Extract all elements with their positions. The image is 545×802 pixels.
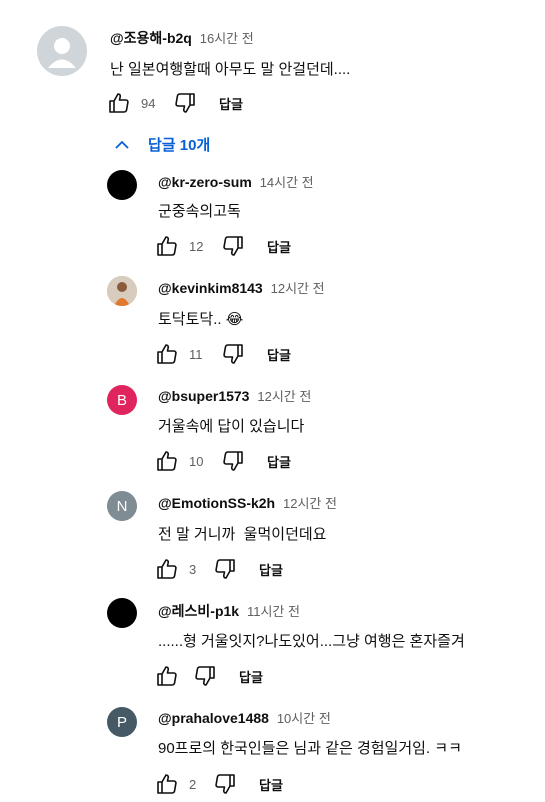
- comment-author[interactable]: @kr-zero-sum: [158, 174, 252, 190]
- dislike-button[interactable]: [221, 342, 245, 366]
- thumbs-up-icon: [157, 774, 177, 794]
- like-count: 2: [189, 776, 197, 792]
- comment-meta: @kr-zero-sum 14시간 전: [158, 172, 314, 191]
- thumbs-up-icon: [157, 344, 177, 364]
- comment-actions: 94 답글: [107, 91, 243, 115]
- avatar-letter: N: [116, 497, 128, 515]
- thumbs-up-icon: [157, 559, 177, 579]
- thumbs-up-icon: [157, 236, 177, 256]
- comment-meta: @kevinkim8143 12시간 전: [158, 278, 325, 297]
- comment-text: 거울속에 답이 있습니다: [158, 418, 305, 435]
- comment-time[interactable]: 12시간 전: [257, 389, 311, 404]
- comment-author[interactable]: @EmotionSS-k2h: [158, 495, 275, 511]
- avatar[interactable]: P: [107, 707, 137, 737]
- profile-photo-icon: [107, 276, 137, 306]
- replies-toggle[interactable]: 답글 10개: [112, 134, 210, 155]
- dislike-button[interactable]: [193, 664, 217, 688]
- reply-button[interactable]: 답글: [267, 237, 291, 256]
- comment-time[interactable]: 12시간 전: [271, 281, 325, 296]
- comment-time[interactable]: 11시간 전: [247, 604, 300, 619]
- like-count: 10: [189, 453, 204, 469]
- thumbs-down-icon: [195, 666, 215, 686]
- replies-toggle-label: 답글 10개: [148, 137, 211, 154]
- avatar[interactable]: B: [107, 385, 137, 415]
- avatar[interactable]: [107, 276, 137, 306]
- thumbs-down-icon: [215, 774, 235, 794]
- comment-meta: @prahalove1488 10시간 전: [158, 708, 331, 727]
- avatar[interactable]: [107, 598, 137, 628]
- reply-button[interactable]: 답글: [219, 94, 243, 113]
- dislike-button[interactable]: [221, 234, 245, 258]
- dislike-button[interactable]: [221, 449, 245, 473]
- comment-author[interactable]: @레스비-p1k: [158, 603, 239, 619]
- comment-actions: 2 답글: [155, 772, 283, 796]
- comment-actions: 10 답글: [155, 449, 291, 473]
- thumbs-up-icon: [109, 93, 129, 113]
- comment-actions: 12 답글: [155, 234, 291, 258]
- comment-author[interactable]: @prahalove1488: [158, 710, 269, 726]
- thumbs-down-icon: [175, 93, 195, 113]
- comment-author[interactable]: @조용해-b2q: [110, 30, 192, 46]
- comment-text: 전 말 거니까 울먹이던데요: [158, 526, 327, 543]
- like-button[interactable]: 94: [107, 91, 159, 115]
- dislike-button[interactable]: [213, 557, 237, 581]
- thumbs-down-icon: [223, 236, 243, 256]
- dislike-button[interactable]: [173, 91, 197, 115]
- avatar[interactable]: [37, 26, 87, 76]
- avatar-letter: P: [116, 713, 127, 731]
- like-button[interactable]: 2: [155, 772, 207, 796]
- like-count: 12: [189, 238, 204, 254]
- comment-text-content: 토닥토닥..: [158, 311, 222, 328]
- thumbs-up-icon: [157, 451, 177, 471]
- avatar[interactable]: [107, 170, 137, 200]
- thumbs-down-icon: [215, 559, 235, 579]
- like-count: 94: [141, 95, 156, 111]
- comment-time[interactable]: 16시간 전: [200, 31, 254, 46]
- comment-meta: @bsuper1573 12시간 전: [158, 386, 311, 405]
- thumbs-down-icon: [223, 451, 243, 471]
- comment-time[interactable]: 12시간 전: [283, 496, 337, 511]
- reply-button[interactable]: 답글: [259, 560, 283, 579]
- comment-meta: @레스비-p1k 11시간 전: [158, 601, 300, 621]
- comment-text: 군중속의고독: [158, 203, 241, 220]
- comment-actions: 답글: [155, 664, 263, 688]
- comment-text: 토닥토닥.. 😂: [158, 308, 243, 329]
- reply-button[interactable]: 답글: [259, 775, 283, 794]
- reply-button[interactable]: 답글: [239, 667, 263, 686]
- comment-time[interactable]: 14시간 전: [260, 175, 314, 190]
- comment-text: ......형 거울잇지?나도있어...그냥 여행은 혼자즐겨: [158, 633, 465, 650]
- comment-author[interactable]: @kevinkim8143: [158, 280, 263, 296]
- like-button[interactable]: 11: [155, 342, 207, 366]
- laughing-emoji: 😂: [225, 311, 244, 328]
- avatar-letter: B: [116, 391, 127, 409]
- default-avatar-icon: [48, 38, 76, 68]
- comment-meta: @EmotionSS-k2h 12시간 전: [158, 493, 337, 512]
- like-count: 11: [189, 346, 203, 362]
- comment-actions: 11 답글: [155, 342, 291, 366]
- like-button[interactable]: 3: [155, 557, 207, 581]
- reply-button[interactable]: 답글: [267, 452, 291, 471]
- comment-time[interactable]: 10시간 전: [277, 711, 331, 726]
- comment-actions: 3 답글: [155, 557, 283, 581]
- comment-text: 90프로의 한국인들은 님과 같은 경험일거임. ㅋㅋ: [158, 740, 462, 757]
- avatar[interactable]: N: [107, 491, 137, 521]
- like-button[interactable]: 10: [155, 449, 207, 473]
- thumbs-down-icon: [223, 344, 243, 364]
- like-count: 3: [189, 561, 197, 577]
- comment-text: 난 일본여행할때 아무도 말 안걸던데....: [110, 61, 351, 78]
- comment-meta: @조용해-b2q 16시간 전: [110, 28, 254, 48]
- thumbs-up-icon: [157, 666, 177, 686]
- chevron-up-icon: [115, 140, 129, 149]
- dislike-button[interactable]: [213, 772, 237, 796]
- comment-author[interactable]: @bsuper1573: [158, 388, 249, 404]
- like-button[interactable]: 12: [155, 234, 207, 258]
- like-button[interactable]: [155, 664, 179, 688]
- reply-button[interactable]: 답글: [267, 345, 291, 364]
